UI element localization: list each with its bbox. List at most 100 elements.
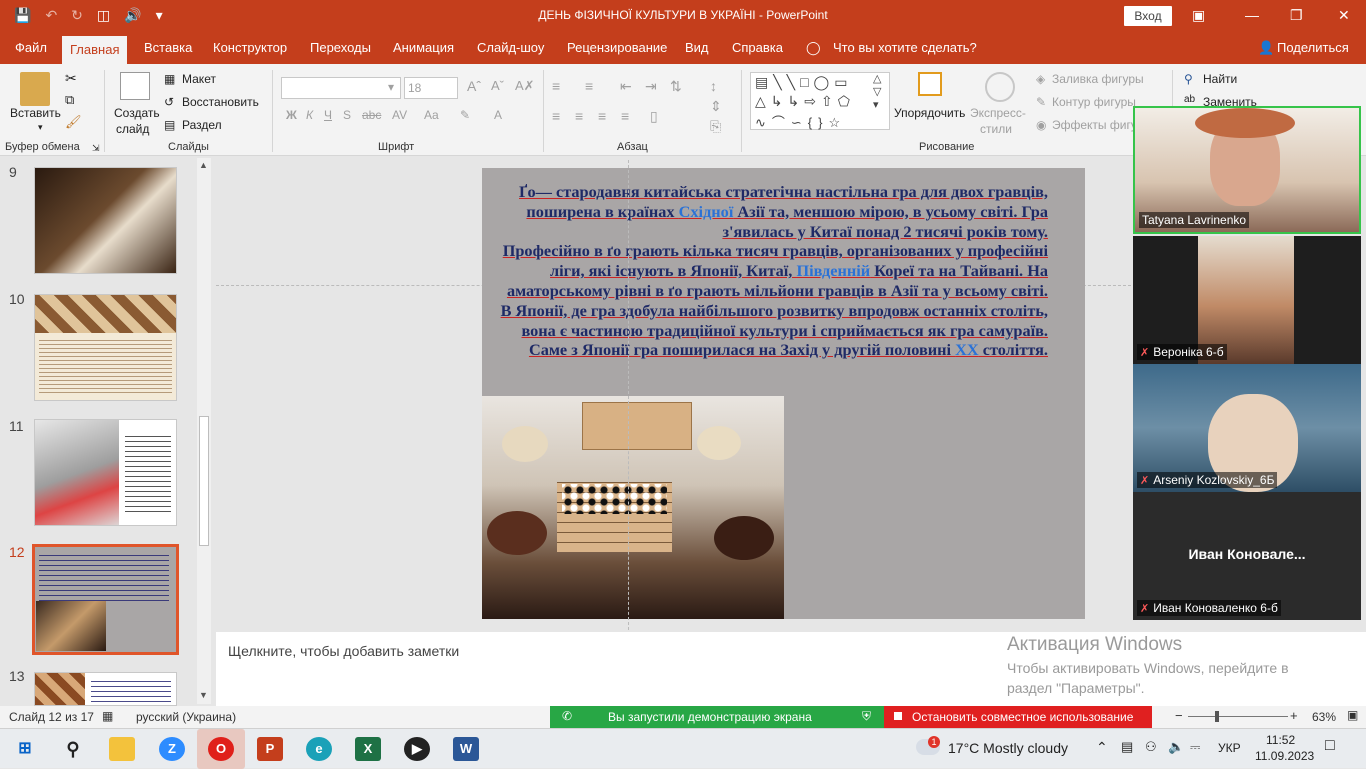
zoom-app-icon[interactable]: Z [159,737,185,761]
slide-text-box[interactable]: Ґо— стародавня китайська стратегічна нас… [488,182,1048,360]
notification-icon[interactable]: □ [1325,737,1335,755]
share-button[interactable]: Поделиться [1277,40,1349,55]
new-slide-icon[interactable] [120,72,150,100]
zoom-slider-thumb[interactable] [1215,711,1219,722]
video-tile[interactable]: ✗ Arseniy Kozlovskiy_6Б [1133,364,1361,492]
windows-start-icon[interactable]: ⊞ [12,737,38,761]
link-southern[interactable]: Південній [796,261,870,280]
tab-file[interactable]: Файл [15,40,47,55]
new-slide-label-2[interactable]: слайд [116,122,149,136]
excel-icon[interactable]: X [355,737,381,761]
language-status[interactable]: русский (Украина) [136,710,236,724]
arrange-icon[interactable] [918,72,942,96]
bullets-icon[interactable]: ≡ [552,78,560,94]
align-right-icon[interactable]: ≡ [598,108,606,124]
tab-home[interactable]: Главная [62,36,128,64]
close-icon[interactable]: ✕ [1338,7,1350,24]
zoom-in-icon[interactable]: + [1290,708,1298,723]
font-name-combobox[interactable] [281,77,401,99]
quick-styles-label-2[interactable]: стили [980,122,1012,136]
volume-icon[interactable]: 🔈 [1168,739,1184,755]
shape-effects-button[interactable]: Эффекты фигур [1052,118,1143,132]
slide-thumbnail-13[interactable] [34,672,177,706]
zoom-out-icon[interactable]: − [1175,708,1183,723]
shapes-row-3-icon[interactable]: ∿⌒∽{}☆ [755,112,846,131]
font-color-icon[interactable]: A [494,108,502,122]
tell-me-search[interactable]: Что вы хотите сделать? [833,40,977,55]
tab-animations[interactable]: Анимация [393,40,454,55]
section-button[interactable]: Раздел [182,118,222,132]
opera-icon[interactable]: O [208,737,234,761]
cut-icon[interactable]: ✂ [65,70,77,87]
align-left-icon[interactable]: ≡ [552,108,560,124]
layout-button[interactable]: Макет [182,72,216,86]
strikethrough-icon[interactable]: abc [362,108,381,122]
smartart-icon[interactable]: ⎘ [710,118,721,135]
tab-transitions[interactable]: Переходы [310,40,371,55]
font-size-combobox[interactable]: 18 [404,77,458,99]
power-icon[interactable]: ⎓ [1190,739,1200,755]
stop-sharing-button[interactable]: Остановить совместное использование [884,706,1152,728]
tab-review[interactable]: Рецензирование [567,40,667,55]
tab-help[interactable]: Справка [732,40,783,55]
go-board-photo[interactable] [482,396,784,619]
change-case-icon[interactable]: Aa [424,108,439,122]
decrease-font-icon[interactable]: Aˇ [491,78,504,93]
line-spacing-icon[interactable]: ⇅ [670,78,682,95]
link-eastern[interactable]: Східної [679,202,734,221]
notes-placeholder[interactable]: Щелкните, чтобы добавить заметки [228,643,459,659]
quick-styles-icon[interactable] [985,72,1015,102]
paste-icon[interactable] [20,72,50,106]
zoom-level[interactable]: 63% [1312,710,1336,724]
paste-button[interactable]: Вставить [10,106,61,120]
shape-fill-button[interactable]: Заливка фигуры [1052,72,1144,86]
format-painter-icon[interactable]: 🖌 [65,114,82,130]
tab-insert[interactable]: Вставка [144,40,192,55]
spellcheck-icon[interactable]: ▦ [102,709,113,723]
shadow-button[interactable]: S [343,108,351,122]
video-tile[interactable]: Tatyana Lavrinenko [1133,106,1361,234]
clipboard-launcher-icon[interactable]: ⇲ [92,143,100,154]
tab-view[interactable]: Вид [685,40,709,55]
zoom-slider[interactable] [1188,716,1288,717]
increase-font-icon[interactable]: Aˆ [467,78,481,94]
text-direction-icon[interactable]: ↕ [710,78,717,94]
scroll-up-icon[interactable]: ▲ [199,160,208,170]
restore-icon[interactable]: ❐ [1290,7,1303,24]
scroll-down-icon[interactable]: ▼ [199,690,208,700]
media-player-icon[interactable]: ▶ [404,737,430,761]
weather-text[interactable]: 17°C Mostly cloudy [948,740,1068,756]
char-spacing-icon[interactable]: AV [392,108,407,122]
clear-format-icon[interactable]: A✗ [515,78,535,94]
tab-slideshow[interactable]: Слайд-шоу [477,40,544,55]
underline-button[interactable]: Ч [324,108,332,122]
italic-button[interactable]: К [306,108,313,122]
decrease-indent-icon[interactable]: ⇤ [620,78,632,95]
powerpoint-icon[interactable]: P [257,737,283,761]
quick-styles-label-1[interactable]: Экспресс- [970,106,1026,120]
network-icon[interactable]: ⚇ [1145,739,1157,755]
tab-design[interactable]: Конструктор [213,40,287,55]
new-slide-label-1[interactable]: Создать [114,106,160,120]
reset-button[interactable]: Восстановить [182,95,259,109]
bold-button[interactable]: Ж [286,108,297,122]
justify-icon[interactable]: ≡ [621,108,629,124]
edge-icon[interactable]: e [306,737,332,761]
scrollbar-thumb[interactable] [199,416,209,546]
link-xx-century[interactable]: XX [955,340,979,359]
shapes-more-icon[interactable]: △ ▽ ▾ [873,72,881,111]
video-tile[interactable]: Иван Коновале... ✗ Иван Коноваленко 6-б [1133,492,1361,620]
slide-thumbnail-11[interactable] [34,419,177,526]
increase-indent-icon[interactable]: ⇥ [645,78,657,95]
slide-thumbnail-9[interactable] [34,167,177,274]
paste-dropdown-icon[interactable]: ▾ [38,122,43,133]
arrange-button[interactable]: Упорядочить [894,106,965,120]
video-tile[interactable]: ✗ Вероніка 6-б [1133,236,1361,364]
file-explorer-icon[interactable] [109,737,135,761]
signin-button[interactable]: Вход [1124,6,1172,26]
ribbon-display-icon[interactable]: ▣ [1192,7,1205,24]
numbering-icon[interactable]: ≡ [585,78,593,94]
highlight-icon[interactable]: ✎ [460,108,470,122]
shapes-gallery[interactable]: ▤╲╲□◯▭ △↳↳⇨⇧⬠ ∿⌒∽{}☆ [750,72,890,130]
clock-time[interactable]: 11:52 [1266,733,1295,747]
